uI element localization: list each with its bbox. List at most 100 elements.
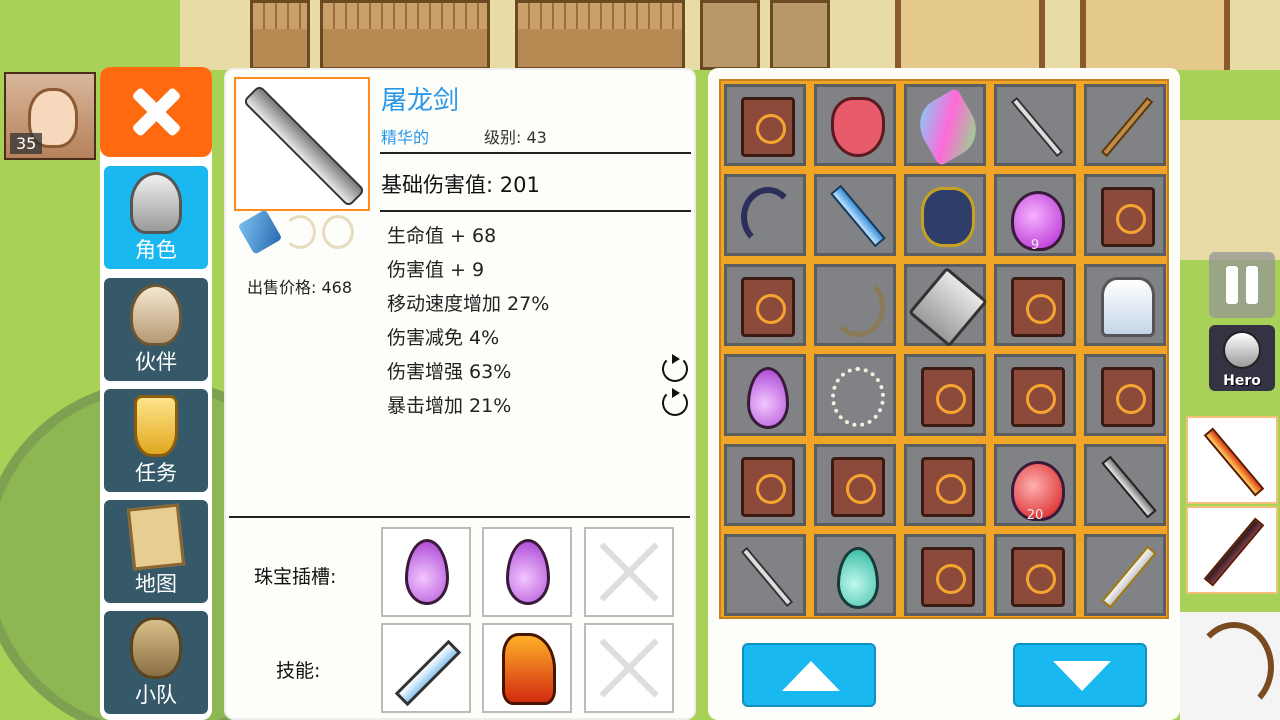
divider [380,210,691,212]
arrow-down-icon [1053,661,1111,691]
spellbook-icon [831,457,885,517]
stat-line: 伤害减免 4% [387,327,500,349]
gem-slot-empty[interactable] [584,527,674,617]
inventory-slot[interactable] [904,354,986,436]
class-staff-icon [322,215,354,249]
teal-gem-icon [837,547,879,609]
arrow-up-icon [782,661,840,691]
stat-line: 伤害值 + 9 [387,259,485,281]
spellbook-icon [741,97,795,157]
inventory-slot[interactable] [814,534,896,616]
inventory-slot[interactable] [1084,84,1166,166]
inventory-slot[interactable] [1084,444,1166,526]
hero-button[interactable]: Hero [1209,325,1275,391]
stat-line: 暴击增加 21% [387,395,512,417]
hero-label: Hero [1223,373,1261,389]
blue-sword-icon [830,184,886,248]
inventory-slot[interactable] [904,534,986,616]
player-portrait[interactable]: 35 [4,72,96,160]
inventory-slot[interactable] [1084,264,1166,346]
inventory-slot[interactable] [994,264,1076,346]
inventory-slot[interactable]: 20 [994,444,1076,526]
sell-price: 出售价格: 468 [247,278,353,297]
inventory-slot[interactable] [904,444,986,526]
inventory-slot[interactable] [1084,174,1166,256]
nav-item-quests[interactable]: 任务 [104,389,208,492]
inventory-slot[interactable] [994,534,1076,616]
inventory-slot[interactable] [724,84,806,166]
gem-slots-label: 珠宝插槽: [254,566,337,588]
necklace-icon [831,367,885,427]
skill-slot[interactable] [381,623,471,713]
gem-slot[interactable] [381,527,471,617]
inventory-slot[interactable] [994,84,1076,166]
inventory-slot[interactable] [904,174,986,256]
class-bow-icon [284,215,316,249]
inventory-slot[interactable] [724,264,806,346]
inventory-slot[interactable] [904,84,987,167]
inventory-slot[interactable] [814,84,896,166]
inventory-slot[interactable] [814,354,896,436]
scroll-up-button[interactable] [742,643,876,707]
item-rarity: 精华的 [381,128,430,147]
golden-sword-icon [1101,545,1157,609]
purple-gem-icon [747,367,789,429]
nav-item-label: 地图 [135,572,177,596]
inventory-slot[interactable] [724,444,806,526]
quick-slot[interactable] [1186,506,1278,594]
cleaver-icon [908,266,988,348]
dirt-path [1180,120,1280,260]
inventory-slot[interactable] [724,534,806,616]
inventory-slot[interactable] [1084,534,1166,616]
item-quantity: 20 [1026,508,1044,523]
inventory-slot[interactable] [814,444,896,526]
stat-line: 移动速度增加 27% [387,293,550,315]
inventory-slot[interactable]: 9 [994,174,1076,256]
longbow-icon [831,277,885,337]
party-icon [130,617,182,679]
close-icon [131,87,181,137]
inventory-slot[interactable] [994,354,1076,436]
scroll-down-button[interactable] [1013,643,1147,707]
nav-item-party[interactable]: 小队 [104,611,208,714]
spellbook-icon [741,457,795,517]
item-level: 级别: 43 [484,128,547,147]
quick-slot[interactable] [1186,416,1278,504]
trophy-icon [134,395,178,457]
reroll-icon[interactable] [662,388,688,416]
inventory-slot[interactable] [724,354,806,436]
gem-slot[interactable] [482,527,572,617]
feather-icon [909,87,987,167]
inventory-slot[interactable] [814,264,896,346]
close-button[interactable] [100,67,212,157]
spellbook-icon [1101,187,1155,247]
bow-icon [1194,622,1274,712]
skill-slot-empty[interactable] [584,623,674,713]
stat-line: 生命值 + 68 [387,225,497,247]
inventory-slot[interactable] [724,174,806,256]
horned-helmet-icon [130,284,182,346]
purple-gem-icon [506,539,550,605]
pause-button[interactable] [1209,252,1275,318]
skill-slot[interactable] [482,623,572,713]
inventory-slot[interactable] [904,264,988,348]
dark-sword-icon [1101,455,1157,519]
reroll-icon[interactable] [662,354,688,382]
inventory-slot[interactable] [1084,354,1166,436]
item-name: 屠龙剑 [381,86,460,116]
nav-item-label: 任务 [135,461,177,485]
tent [1080,0,1230,70]
sack [700,0,760,70]
demon-mask-icon [831,97,885,157]
nav-item-label: 伙伴 [135,350,177,374]
weapon-slot[interactable] [1180,612,1280,720]
sword-skill-icon [394,639,462,707]
nav-item-map[interactable]: 地图 [104,500,208,603]
bow-icon [741,187,795,247]
inventory-slot[interactable] [814,174,896,256]
purple-gem-icon [405,539,449,605]
map-scroll-icon [126,503,186,571]
nav-item-companions[interactable]: 伙伴 [104,278,208,381]
divider [229,516,690,518]
nav-item-character[interactable]: 角色 [104,166,208,269]
